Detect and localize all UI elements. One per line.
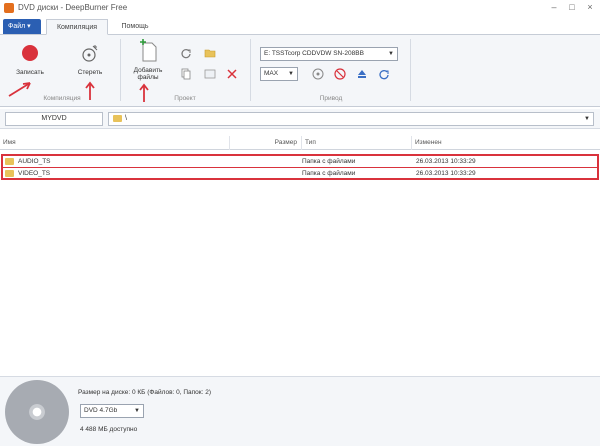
tab-compilation[interactable]: Компиляция <box>46 19 108 35</box>
image-icon[interactable] <box>204 68 216 80</box>
disc-type-value: DVD 4.7Gb <box>84 407 118 414</box>
ribbon-tabs: Файл ▾ Компиляция Помощь <box>0 17 600 35</box>
file-menu-button[interactable]: Файл ▾ <box>3 19 41 34</box>
disc-info-icon[interactable] <box>312 68 324 80</box>
ribbon-separator <box>250 39 251 101</box>
free-space: 4 488 МБ доступно <box>80 426 138 433</box>
path-bar: MYDVD \ ▼ <box>0 109 600 129</box>
ribbon-separator <box>120 39 121 101</box>
annotation-arrow <box>139 83 149 102</box>
close-button[interactable]: × <box>584 2 596 13</box>
window-title: DVD диски - DeepBurner Free <box>18 3 128 12</box>
annotation-divider <box>1 167 599 168</box>
column-name[interactable]: Имя <box>0 136 230 150</box>
erase-label: Стереть <box>77 69 103 76</box>
add-files-label: Добавить файлы <box>133 67 163 81</box>
chevron-down-icon: ▼ <box>134 408 140 414</box>
chevron-down-icon: ▼ <box>388 51 394 57</box>
disc-label-field[interactable]: MYDVD <box>5 112 103 126</box>
annotation-arrow <box>85 81 95 100</box>
no-disc-icon[interactable] <box>334 68 346 80</box>
burn-button[interactable]: Записать <box>4 43 56 76</box>
add-file-icon <box>140 39 157 62</box>
annotation-arrow <box>8 82 31 97</box>
refresh-icon[interactable] <box>180 47 192 59</box>
delete-icon[interactable] <box>226 68 238 80</box>
speed-select[interactable]: MAX ▼ <box>260 67 298 81</box>
reload-icon[interactable] <box>378 68 390 80</box>
disc-size-info: Размер на диске: 0 КБ (Файлов: 0, Папок:… <box>78 389 212 396</box>
column-type[interactable]: Тип <box>302 136 412 150</box>
ribbon: Записать Стереть Компиляция Добавить фай… <box>0 35 600 107</box>
burn-label: Записать <box>16 69 44 76</box>
speed-select-value: MAX <box>264 70 279 77</box>
status-bar: Размер на диске: 0 КБ (Файлов: 0, Папок:… <box>0 376 600 446</box>
app-icon <box>4 3 14 13</box>
maximize-button[interactable]: □ <box>566 2 578 13</box>
folder-icon <box>113 115 122 122</box>
record-icon <box>22 45 38 61</box>
disc-icon <box>5 380 69 444</box>
ribbon-separator <box>410 39 411 101</box>
drive-select[interactable]: E: TSSTcorp CDDVDW SN-208BB ▼ <box>260 47 398 61</box>
add-files-button[interactable]: Добавить файлы <box>124 39 172 81</box>
folder-icon[interactable] <box>204 47 216 59</box>
tab-help[interactable]: Помощь <box>112 19 158 35</box>
current-path: \ <box>125 115 127 122</box>
chevron-down-icon: ▼ <box>584 116 590 122</box>
disc-type-select[interactable]: DVD 4.7Gb ▼ <box>80 404 144 418</box>
path-field[interactable]: \ ▼ <box>108 112 594 126</box>
drive-select-value: E: TSSTcorp CDDVDW SN-208BB <box>264 50 364 57</box>
list-header: Имя Размер Тип Изменен <box>0 136 600 150</box>
group-device-label: Привод <box>319 95 343 102</box>
file-list: Имя Размер Тип Изменен AUDIO_TS Папка с … <box>0 136 600 374</box>
eject-icon[interactable] <box>356 68 368 80</box>
column-size[interactable]: Размер <box>230 136 302 150</box>
minimize-button[interactable]: – <box>548 2 560 13</box>
erase-disc-icon <box>82 45 98 62</box>
copy-icon[interactable] <box>180 68 192 80</box>
column-modified[interactable]: Изменен <box>412 136 600 150</box>
title-bar: DVD диски - DeepBurner Free – □ × <box>0 0 600 16</box>
erase-button[interactable]: Стереть <box>64 43 116 76</box>
chevron-down-icon: ▼ <box>288 71 294 77</box>
